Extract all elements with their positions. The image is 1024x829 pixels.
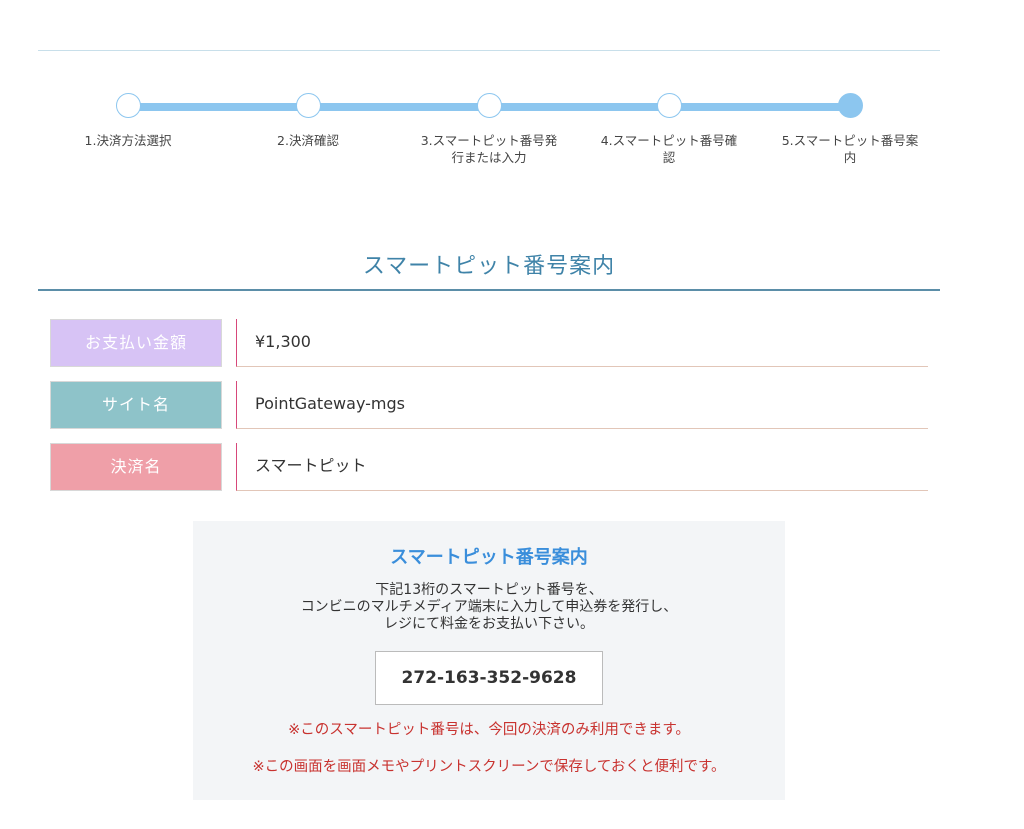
notice-once-only: ※このスマートピット番号は、今回の決済のみ利用できます。 <box>288 722 690 738</box>
step-2: 2.決済確認 <box>223 93 393 149</box>
step-3: 3.スマートピット番号発行または入力 <box>404 93 574 166</box>
guide-desc-line-3: レジにて料金をお支払い下さい。 <box>384 616 594 632</box>
step-2-label: 2.決済確認 <box>277 133 339 148</box>
guide-description: 下記13桁のスマートピット番号を、 コンビニのマルチメディア端末に入力して申込券… <box>193 582 785 633</box>
step-4-circle <box>656 93 682 118</box>
info-row-amount: お支払い金額 ¥1,300 <box>50 319 928 369</box>
guide-desc-line-1: 下記13桁のスマートピット番号を、 <box>375 582 603 598</box>
step-4: 4.スマートピット番号確認 <box>584 93 754 166</box>
payment-name-value: スマートピット <box>236 443 928 491</box>
step-1-label: 1.決済方法選択 <box>84 133 172 148</box>
guide-title: スマートピット番号案内 <box>390 547 588 568</box>
guide-desc-line-2: コンビニのマルチメディア端末に入力して申込券を発行し、 <box>300 599 678 615</box>
step-2-circle <box>295 93 321 118</box>
smartpit-guide-panel: スマートピット番号案内 下記13桁のスマートピット番号を、 コンビニのマルチメデ… <box>193 521 785 800</box>
amount-label: お支払い金額 <box>50 319 222 367</box>
title-divider <box>38 289 940 291</box>
notice-save-screen: ※この画面を画面メモやプリントスクリーンで保存しておくと便利です。 <box>252 759 726 775</box>
payment-name-label: 決済名 <box>50 443 222 491</box>
step-5-circle <box>837 93 863 118</box>
page-title: スマートピット番号案内 <box>362 254 616 279</box>
info-row-payment: 決済名 スマートピット <box>50 443 928 493</box>
step-3-circle <box>476 93 502 118</box>
site-name-value: PointGateway-mgs <box>236 381 928 429</box>
amount-value: ¥1,300 <box>236 319 928 367</box>
smartpit-number: 272-163-352-9628 <box>375 651 603 705</box>
step-5: 5.スマートピット番号案内 <box>765 93 935 166</box>
step-5-label: 5.スマートピット番号案内 <box>781 133 919 165</box>
step-3-label: 3.スマートピット番号発行または入力 <box>420 133 558 165</box>
info-row-site: サイト名 PointGateway-mgs <box>50 381 928 431</box>
step-1-circle <box>115 93 141 118</box>
step-1: 1.決済方法選択 <box>43 93 213 149</box>
site-name-label: サイト名 <box>50 381 222 429</box>
step-4-label: 4.スマートピット番号確認 <box>600 133 738 165</box>
progress-stepper: 1.決済方法選択 2.決済確認 3.スマートピット番号発行または入力 4.スマー… <box>0 0 1024 200</box>
